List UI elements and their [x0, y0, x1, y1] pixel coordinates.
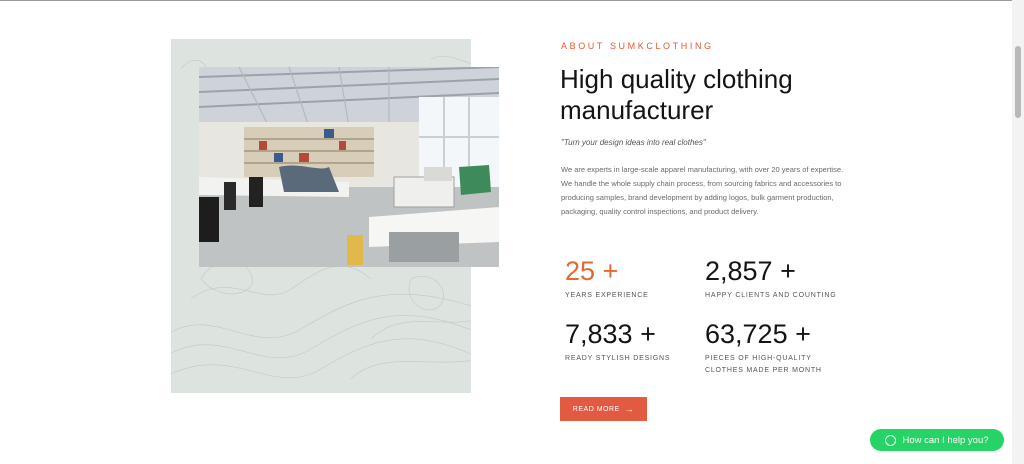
stat-value: 2,857 +: [705, 256, 796, 286]
about-paragraph: We are experts in large-scale apparel ma…: [561, 165, 844, 216]
stat-label: HAPPY CLIENTS AND COUNTING: [705, 292, 837, 299]
section-eyebrow: ABOUT SUMKCLOTHING: [561, 41, 714, 51]
scrollbar[interactable]: [1012, 0, 1024, 464]
stat-stylish-designs: 7,833 + READY STYLISH DESIGNS: [565, 319, 670, 365]
stat-label: PIECES OF HIGH-QUALITY CLOTHES MADE PER …: [705, 355, 822, 374]
chat-label: How can I help you?: [902, 434, 989, 446]
whatsapp-chat-button[interactable]: How can I help you?: [870, 429, 1004, 451]
stat-happy-clients: 2,857 + HAPPY CLIENTS AND COUNTING: [705, 256, 837, 302]
stat-value: 63,725 +: [705, 319, 811, 349]
stat-value: 7,833 +: [565, 319, 656, 349]
read-more-button[interactable]: READ MORE →: [560, 397, 647, 421]
stat-value: 25 +: [565, 256, 619, 286]
factory-workshop-photo: [199, 67, 499, 267]
stat-label: YEARS EXPERIENCE: [565, 292, 649, 299]
section-heading: High quality clothing manufacturer: [560, 64, 793, 125]
tagline-quote: "Turn your design ideas into real clothe…: [561, 138, 706, 147]
whatsapp-icon: [885, 434, 897, 446]
stat-label: READY STYLISH DESIGNS: [565, 355, 671, 362]
stat-years-experience: 25 + YEARS EXPERIENCE: [565, 256, 649, 302]
stat-pieces-per-month: 63,725 + PIECES OF HIGH-QUALITY CLOTHES …: [705, 319, 835, 376]
read-more-label: READ MORE: [572, 405, 620, 413]
top-border: [0, 0, 1024, 1]
arrow-right-icon: →: [624, 403, 635, 414]
scrollbar-thumb[interactable]: [1015, 46, 1021, 118]
